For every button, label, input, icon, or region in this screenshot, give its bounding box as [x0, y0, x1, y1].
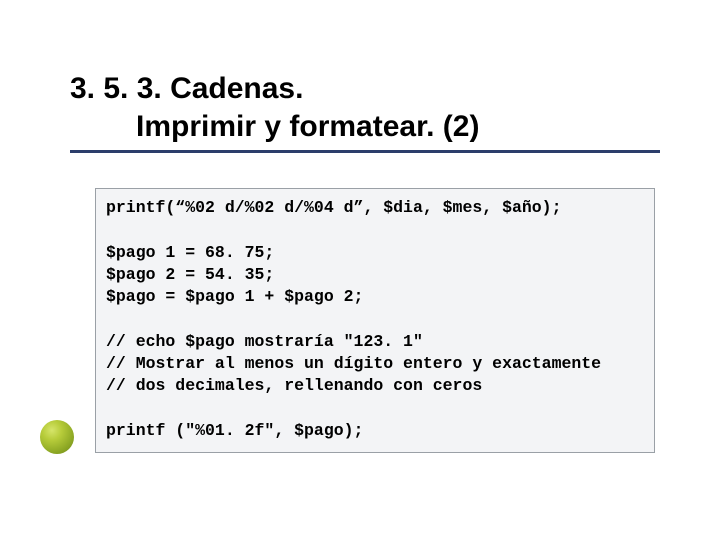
slide-title-block: 3. 5. 3. Cadenas. Imprimir y formatear. … [70, 70, 650, 145]
title-line-1: 3. 5. 3. Cadenas. [70, 72, 303, 105]
code-line: // dos decimales, rellenando con ceros [106, 376, 482, 395]
code-line: printf ("%01. 2f", $pago); [106, 421, 363, 440]
title-line-2: Imprimir y formatear. (2) [70, 108, 479, 146]
code-box: printf(“%02 d/%02 d/%04 d”, $dia, $mes, … [95, 188, 655, 453]
code-line: printf(“%02 d/%02 d/%04 d”, $dia, $mes, … [106, 198, 561, 217]
code-line: $pago = $pago 1 + $pago 2; [106, 287, 363, 306]
code-line: $pago 2 = 54. 35; [106, 265, 274, 284]
code-line: // Mostrar al menos un dígito entero y e… [106, 354, 601, 373]
code-line: // echo $pago mostraría "123. 1" [106, 332, 423, 351]
code-content: printf(“%02 d/%02 d/%04 d”, $dia, $mes, … [106, 197, 644, 442]
slide: 3. 5. 3. Cadenas. Imprimir y formatear. … [0, 0, 720, 540]
code-line: $pago 1 = 68. 75; [106, 243, 274, 262]
title-underline [70, 150, 660, 153]
accent-ball-icon [40, 420, 74, 454]
slide-title: 3. 5. 3. Cadenas. Imprimir y formatear. … [70, 70, 650, 145]
